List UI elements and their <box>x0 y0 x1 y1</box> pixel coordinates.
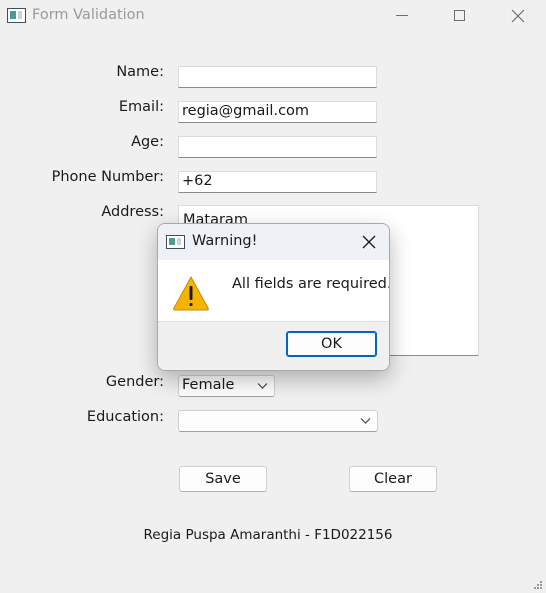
maximize-icon <box>454 10 465 21</box>
age-field[interactable] <box>178 136 377 158</box>
education-label: Education: <box>86 409 164 425</box>
clear-button[interactable]: Clear <box>349 466 437 492</box>
chevron-down-icon <box>257 383 268 389</box>
close-icon <box>511 9 525 23</box>
email-label: Email: <box>118 99 164 115</box>
age-label: Age: <box>131 134 164 150</box>
gender-label: Gender: <box>105 374 164 390</box>
dialog-app-icon <box>166 235 185 249</box>
warning-icon <box>173 275 209 311</box>
minimize-button[interactable] <box>379 0 425 33</box>
form-validation-window: Form Validation Name: Email: regia@gmail… <box>0 0 546 593</box>
author-footer: Regia Puspa Amaranthi - F1D022156 <box>143 527 393 543</box>
close-button[interactable] <box>495 0 541 33</box>
ok-button[interactable]: OK <box>286 331 377 357</box>
phone-field[interactable]: +62 <box>178 171 377 193</box>
dialog-title: Warning! <box>192 233 258 249</box>
warning-dialog: Warning! All fields are required. OK <box>157 223 390 371</box>
close-icon <box>362 235 376 249</box>
name-field[interactable] <box>178 66 377 88</box>
gender-selected-value: Female <box>182 377 235 393</box>
education-select[interactable] <box>178 410 378 432</box>
dialog-body: All fields are required. <box>158 260 389 321</box>
maximize-button[interactable] <box>436 0 482 33</box>
phone-label: Phone Number: <box>51 169 164 185</box>
name-label: Name: <box>116 64 164 80</box>
dialog-close-button[interactable] <box>355 228 383 256</box>
dialog-title-bar: Warning! <box>158 224 389 260</box>
dialog-footer: OK <box>158 321 389 370</box>
chevron-down-icon <box>360 418 371 424</box>
email-field[interactable]: regia@gmail.com <box>178 101 377 123</box>
gender-select[interactable]: Female <box>178 375 275 397</box>
resize-grip-icon[interactable] <box>533 580 543 590</box>
window-title: Form Validation <box>32 7 145 23</box>
minimize-icon <box>396 15 408 16</box>
title-bar: Form Validation <box>0 0 546 33</box>
dialog-message: All fields are required. <box>232 276 390 292</box>
app-window-icon <box>7 8 26 23</box>
address-label: Address: <box>101 204 164 220</box>
save-button[interactable]: Save <box>179 466 267 492</box>
